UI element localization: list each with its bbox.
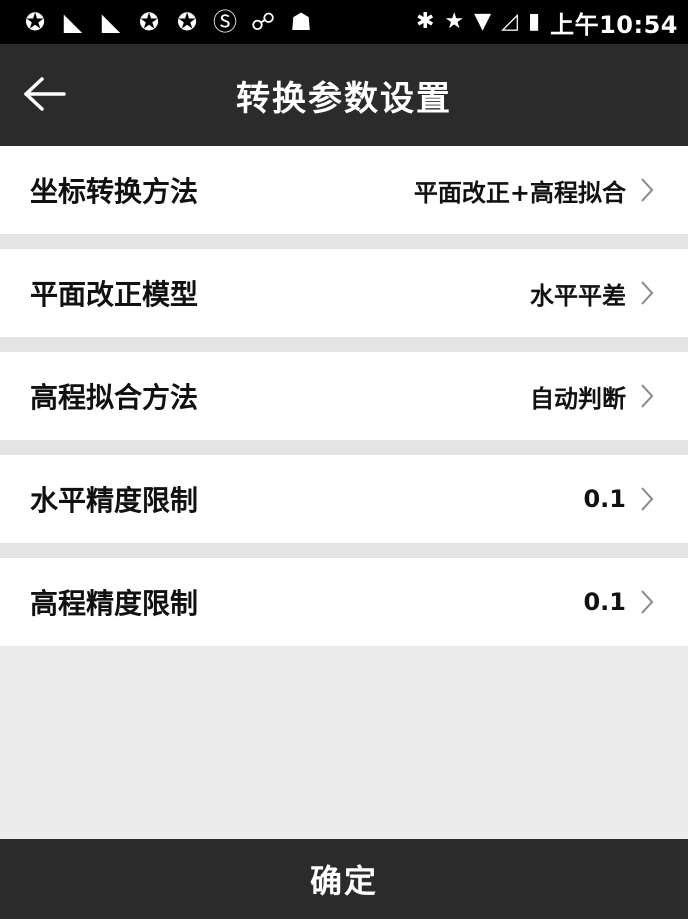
chevron-right-icon (640, 279, 658, 307)
setting-coord-transform-method[interactable]: 坐标转换方法 平面改正+高程拟合 (0, 146, 688, 234)
divider (0, 337, 688, 352)
setting-value: 0.1 (583, 485, 626, 513)
sync-icon: ✪ (138, 8, 160, 36)
confirm-button[interactable]: 确定 (0, 839, 688, 919)
chevron-right-icon (640, 382, 658, 410)
setting-plane-correction-model[interactable]: 平面改正模型 水平平差 (0, 249, 688, 337)
star-icon: ★ (444, 9, 465, 34)
setting-label: 平面改正模型 (30, 278, 199, 311)
battery-icon: ▮ (527, 9, 541, 34)
setting-elevation-fitting-method[interactable]: 高程拟合方法 自动判断 (0, 352, 688, 440)
s-app-icon: Ⓢ (213, 8, 237, 36)
setting-value: 自动判断 (530, 384, 626, 413)
chevron-right-icon (640, 485, 658, 513)
app-header: 转换参数设置 (0, 44, 688, 146)
divider (0, 234, 688, 249)
cell-signal-icon: ◿ (501, 9, 518, 34)
setting-value: 水平平差 (530, 281, 626, 310)
chevron-right-icon (640, 588, 658, 616)
back-arrow-icon (24, 77, 66, 111)
android-icon: ☗ (290, 8, 312, 36)
setting-label: 水平精度限制 (30, 484, 199, 517)
setting-elevation-precision-limit[interactable]: 高程精度限制 0.1 (0, 558, 688, 646)
status-bar: ✪ ◣ ◣ ✪ ✪ Ⓢ ☍ ☗ ✱ ★ ▼ ◿ ▮ 上午10:54 (0, 0, 688, 44)
setting-label: 高程拟合方法 (30, 381, 199, 414)
settings-list: 坐标转换方法 平面改正+高程拟合 平面改正模型 水平平差 高程拟合方法 自动判断… (0, 146, 688, 646)
incognito-icon: ☍ (250, 8, 276, 36)
setting-value: 0.1 (583, 588, 626, 616)
sync-icon: ✪ (176, 8, 198, 36)
setting-label: 坐标转换方法 (30, 175, 199, 208)
signal-mute-icon: ◣ (63, 8, 83, 36)
back-button[interactable] (22, 72, 66, 116)
page-title: 转换参数设置 (236, 78, 452, 119)
sync-icon: ✪ (24, 8, 46, 36)
setting-label: 高程精度限制 (30, 587, 199, 620)
setting-horizontal-precision-limit[interactable]: 水平精度限制 0.1 (0, 455, 688, 543)
status-time: 上午10:54 (550, 10, 678, 39)
divider (0, 440, 688, 455)
signal-mute-icon: ◣ (101, 8, 121, 36)
wifi-icon: ▼ (474, 9, 492, 34)
divider (0, 543, 688, 558)
chevron-right-icon (640, 176, 658, 204)
setting-value: 平面改正+高程拟合 (413, 178, 626, 207)
bluetooth-icon: ✱ (415, 9, 435, 34)
